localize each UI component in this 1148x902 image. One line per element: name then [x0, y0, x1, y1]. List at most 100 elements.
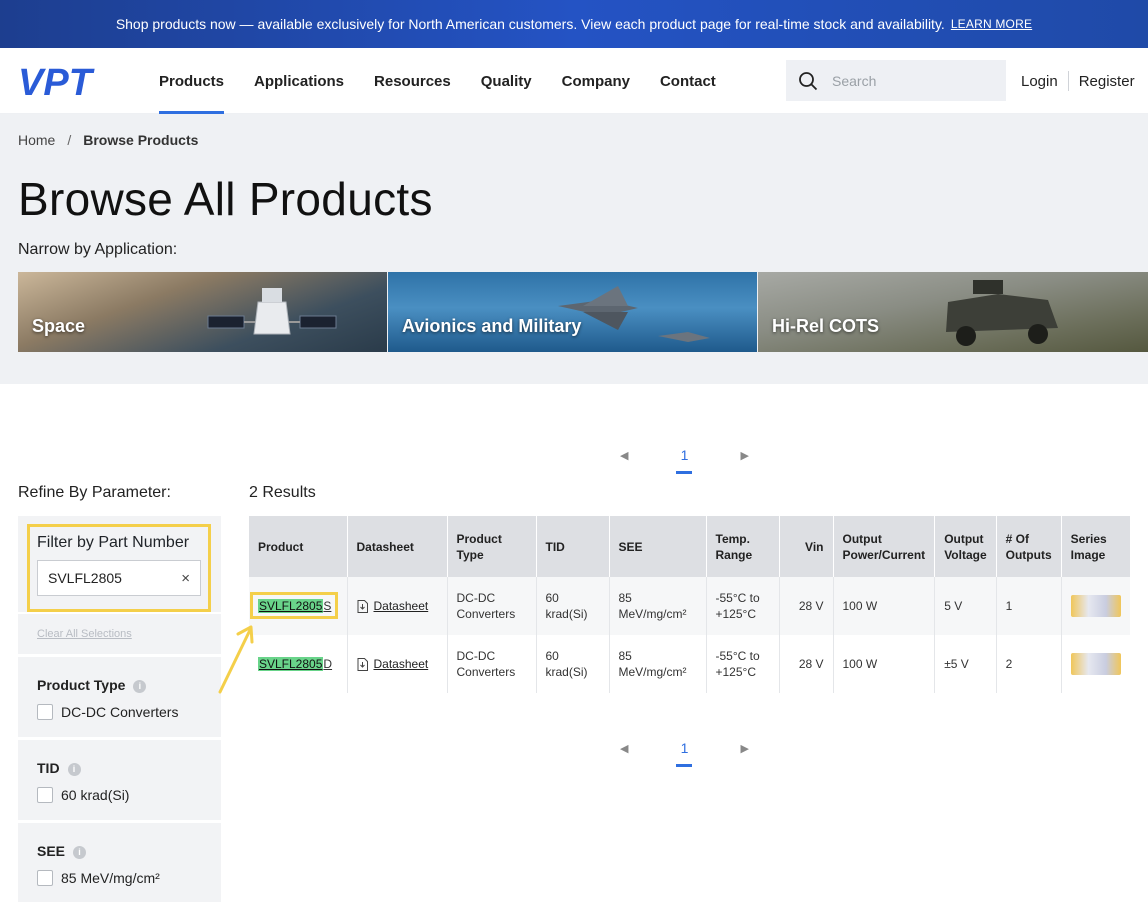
datasheet-cell: Datasheet: [347, 635, 448, 693]
clear-all-panel: Clear All Selections: [18, 614, 221, 654]
series-image[interactable]: [1070, 595, 1121, 617]
next-page-icon[interactable]: ▶: [740, 742, 748, 755]
table-row: SVLFL2805S Datasheet DC-DC Converters 60…: [249, 577, 1130, 635]
tile-label-avionics: Avionics and Military: [402, 316, 582, 336]
tile-hirel-cots[interactable]: Hi-Rel COTS: [758, 272, 1148, 352]
datasheet-link[interactable]: Datasheet: [357, 656, 438, 672]
col-output-power: Output Power/Current: [833, 516, 936, 577]
promo-banner: Shop products now — available exclusivel…: [0, 0, 1148, 48]
datasheet-cell: Datasheet: [347, 577, 448, 635]
tile-label-space: Space: [32, 316, 86, 336]
vpt-logo[interactable]: VPT: [18, 64, 120, 100]
prev-page-icon[interactable]: ◀: [620, 449, 628, 462]
power-cell: 100 W: [833, 635, 936, 693]
nav-applications[interactable]: Applications: [254, 48, 344, 114]
vehicle-image: [946, 280, 1058, 346]
breadcrumb-current: Browse Products: [83, 132, 199, 148]
login-link[interactable]: Login: [1021, 73, 1058, 90]
tid-title: TID i: [37, 760, 81, 776]
space-image: [207, 288, 337, 335]
vin-cell: 28 V: [779, 635, 834, 693]
tid-cell: 60 krad(Si): [536, 635, 610, 693]
see-filter: SEE i 85 MeV/mg/cm²: [18, 823, 221, 902]
application-tiles: Space Avionics and Military Hi-Rel COTS: [18, 272, 1148, 352]
breadcrumb-separator: /: [67, 132, 72, 148]
main-nav: Products Applications Resources Quality …: [159, 48, 746, 114]
breadcrumb: Home / Browse Products: [18, 132, 198, 148]
temp-cell: -55°C to +125°C: [706, 635, 780, 693]
series-image[interactable]: [1070, 653, 1121, 675]
search-icon: [799, 71, 818, 90]
breadcrumb-home[interactable]: Home: [18, 132, 55, 148]
vout-cell: ±5 V: [934, 635, 997, 693]
see-cell: 85 MeV/mg/cm²: [609, 577, 707, 635]
prev-page-icon[interactable]: ◀: [620, 742, 628, 755]
checkbox-label: DC-DC Converters: [61, 704, 179, 720]
tile-label-hirel: Hi-Rel COTS: [772, 316, 880, 336]
outputs-cell: 2: [996, 635, 1062, 693]
annotation-highlight-filter: [27, 524, 211, 612]
auth-links: Login Register: [1021, 48, 1135, 114]
col-see: SEE: [609, 516, 707, 577]
tid-filter: TID i 60 krad(Si): [18, 740, 221, 820]
clear-all-link[interactable]: Clear All Selections: [37, 628, 132, 640]
nav-company[interactable]: Company: [562, 48, 630, 114]
product-type-title: Product Type i: [37, 677, 147, 693]
learn-more-link[interactable]: LEARN MORE: [951, 17, 1032, 31]
type-cell: DC-DC Converters: [447, 635, 537, 693]
product-link-svlfl2805d[interactable]: SVLFL2805D: [258, 657, 332, 671]
checkbox-85mev[interactable]: 85 MeV/mg/cm²: [37, 870, 160, 886]
page-title: Browse All Products: [18, 173, 433, 225]
checkbox-box[interactable]: [37, 704, 53, 720]
results-table: Product Datasheet Product Type TID SEE T…: [249, 516, 1130, 693]
info-icon[interactable]: i: [73, 846, 87, 859]
info-icon[interactable]: i: [133, 680, 147, 693]
download-icon: [357, 657, 368, 671]
temp-cell: -55°C to +125°C: [706, 577, 780, 635]
checkbox-box[interactable]: [37, 787, 53, 803]
search-box[interactable]: [786, 60, 1006, 101]
tile-avionics[interactable]: Avionics and Military: [388, 272, 757, 352]
search-input[interactable]: [832, 72, 982, 89]
info-icon[interactable]: i: [67, 763, 81, 776]
refine-label: Refine By Parameter:: [18, 484, 171, 501]
tile-space[interactable]: Space: [18, 272, 387, 352]
checkbox-label: 85 MeV/mg/cm²: [61, 870, 160, 886]
series-image-cell: [1061, 635, 1130, 693]
power-cell: 100 W: [833, 577, 936, 635]
results-count: 2 Results: [249, 484, 316, 501]
product-type-filter: Product Type i DC-DC Converters: [18, 657, 221, 737]
checkbox-label: 60 krad(Si): [61, 787, 130, 803]
type-cell: DC-DC Converters: [447, 577, 537, 635]
pagination-bottom: ◀ 1 ▶: [620, 740, 749, 767]
checkbox-60krad[interactable]: 60 krad(Si): [37, 787, 129, 803]
checkbox-dc-dc[interactable]: DC-DC Converters: [37, 704, 178, 720]
page-number[interactable]: 1: [676, 447, 693, 474]
tid-cell: 60 krad(Si): [536, 577, 610, 635]
nav-resources[interactable]: Resources: [374, 48, 451, 114]
pagination-top: ◀ 1 ▶: [620, 447, 749, 474]
col-product-type: Product Type: [447, 516, 537, 577]
nav-contact[interactable]: Contact: [660, 48, 716, 114]
nav-products[interactable]: Products: [159, 48, 225, 114]
annotation-highlight-product: [250, 592, 338, 619]
jet-image: [558, 286, 710, 342]
col-series-image: Series Image: [1061, 516, 1130, 577]
nav-quality[interactable]: Quality: [481, 48, 532, 114]
product-cell: SVLFL2805D: [249, 635, 348, 693]
col-outputs: # Of Outputs: [996, 516, 1062, 577]
page-number[interactable]: 1: [676, 740, 693, 767]
outputs-cell: 1: [996, 577, 1062, 635]
col-output-voltage: Output Voltage: [934, 516, 997, 577]
checkbox-box[interactable]: [37, 870, 53, 886]
auth-divider: [1067, 71, 1069, 91]
register-link[interactable]: Register: [1079, 73, 1135, 90]
table-row: SVLFL2805D Datasheet DC-DC Converters 60…: [249, 635, 1130, 693]
next-page-icon[interactable]: ▶: [740, 449, 748, 462]
vin-cell: 28 V: [779, 577, 834, 635]
datasheet-link[interactable]: Datasheet: [357, 598, 438, 614]
series-image-cell: [1061, 577, 1130, 635]
vout-cell: 5 V: [934, 577, 997, 635]
annotation-arrow-icon: [218, 625, 254, 694]
narrow-by-label: Narrow by Application:: [18, 241, 178, 258]
